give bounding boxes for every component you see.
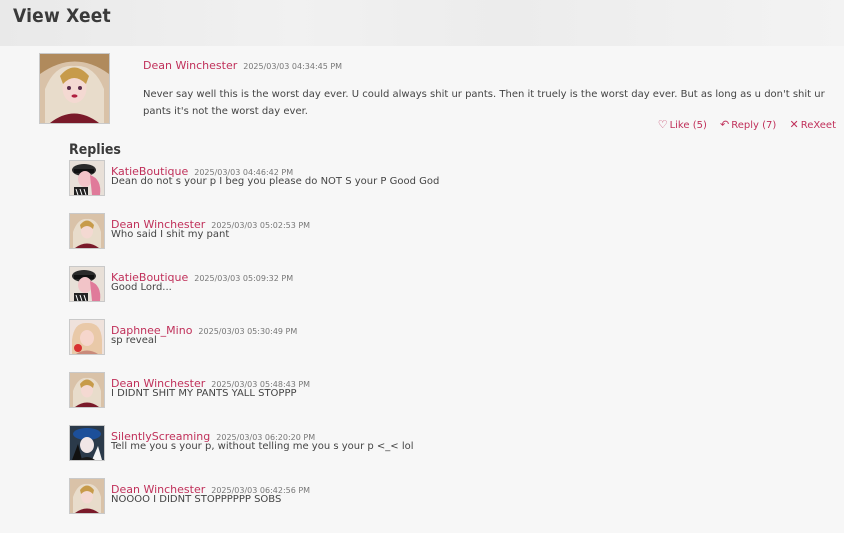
reply-text: Good Lord... bbox=[111, 282, 172, 293]
avatar[interactable] bbox=[69, 213, 105, 249]
avatar-image bbox=[70, 161, 104, 195]
page-title: View Xeet bbox=[13, 5, 111, 27]
avatar[interactable] bbox=[69, 160, 105, 196]
reply-text: Who said I shit my pant bbox=[111, 229, 230, 240]
avatar-image bbox=[70, 373, 104, 407]
xeet-author[interactable]: Dean Winchester bbox=[143, 59, 237, 72]
avatar[interactable] bbox=[69, 478, 105, 514]
page-header: View Xeet bbox=[0, 0, 844, 46]
reply-item: Dean Winchester 2025/03/03 06:42:56 PM NO… bbox=[69, 478, 829, 518]
reply-item: Dean Winchester 2025/03/03 05:02:53 PM Wh… bbox=[69, 213, 829, 253]
xeet-meta: Dean Winchester 2025/03/03 04:34:45 PM bbox=[143, 54, 342, 73]
reply-item: KatieBoutique 2025/03/03 05:09:32 PM Good… bbox=[69, 266, 829, 306]
heart-icon: ♡ bbox=[657, 118, 668, 131]
reply-label: Reply (7) bbox=[731, 120, 777, 131]
avatar[interactable] bbox=[69, 372, 105, 408]
avatar[interactable] bbox=[39, 53, 110, 124]
reply-text: I DIDNT SHIT MY PANTS YALL STOPPP bbox=[111, 388, 297, 399]
rexeet-button[interactable]: ✕ ReXeet bbox=[789, 118, 837, 131]
reply-arrow-icon: ↶ bbox=[720, 118, 730, 131]
reply-item: SilentlyScreaming 2025/03/03 06:20:20 PM … bbox=[69, 425, 829, 465]
reply-text: sp reveal bbox=[111, 335, 157, 346]
avatar-image bbox=[40, 54, 109, 123]
reply-item: KatieBoutique 2025/03/03 04:46:42 PM Dean… bbox=[69, 160, 829, 200]
reply-text: Dean do not s your p I beg you please do… bbox=[111, 176, 440, 187]
reply-text: NOOOO I DIDNT STOPPPPPP SOBS bbox=[111, 494, 282, 505]
reply-timestamp: 2025/03/03 05:30:49 PM bbox=[198, 327, 298, 336]
rexeet-label: ReXeet bbox=[800, 120, 836, 131]
reply-item: Dean Winchester 2025/03/03 05:48:43 PM I … bbox=[69, 372, 829, 412]
avatar-image bbox=[70, 426, 104, 460]
reply-timestamp: 2025/03/03 05:09:32 PM bbox=[194, 274, 294, 283]
xeet-text: Never say well this is the worst day eve… bbox=[143, 89, 825, 117]
avatar-image bbox=[70, 320, 104, 354]
avatar[interactable] bbox=[69, 319, 105, 355]
like-label: Like (5) bbox=[669, 120, 707, 131]
xeet-timestamp: 2025/03/03 04:34:45 PM bbox=[243, 62, 343, 71]
avatar-image bbox=[70, 479, 104, 513]
xeet-actions: ♡ Like (5) ↶ Reply (7) ✕ ReXeet bbox=[648, 118, 836, 131]
close-x-icon: ✕ bbox=[789, 118, 799, 131]
avatar-image bbox=[70, 214, 104, 248]
avatar-image bbox=[70, 267, 104, 301]
like-button[interactable]: ♡ Like (5) bbox=[657, 118, 707, 131]
replies-heading: Replies bbox=[69, 142, 121, 158]
reply-item: Daphnee_Mino 2025/03/03 05:30:49 PM sp re… bbox=[69, 319, 829, 359]
avatar[interactable] bbox=[69, 425, 105, 461]
avatar[interactable] bbox=[69, 266, 105, 302]
reply-text: Tell me you s your p, without telling me… bbox=[111, 441, 414, 452]
reply-button[interactable]: ↶ Reply (7) bbox=[720, 118, 777, 131]
